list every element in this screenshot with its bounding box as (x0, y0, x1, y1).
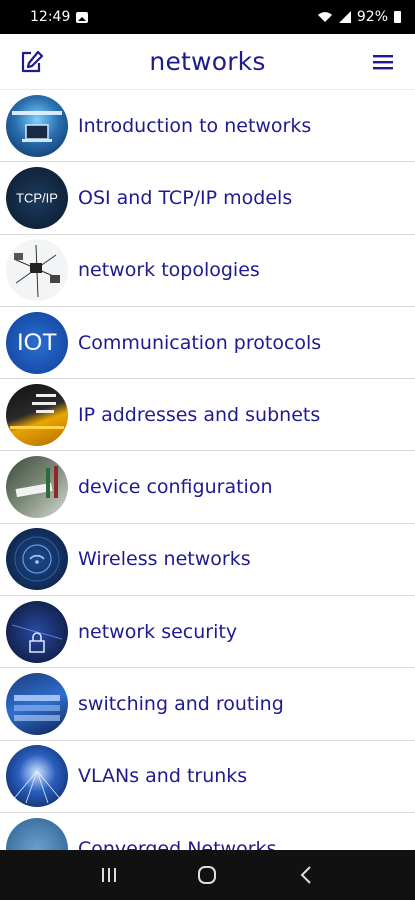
laptop-network-icon (6, 94, 68, 157)
cable-icon (6, 456, 68, 519)
battery-percent: 92% (356, 9, 388, 25)
list-item-label: VLANs and trunks (78, 765, 248, 788)
list-item-label: network security (78, 620, 238, 643)
list-item[interactable]: Introduction to networks (0, 90, 415, 163)
ip-address-icon (6, 383, 68, 446)
list-item-label: Communication protocols (78, 331, 322, 354)
back-icon (300, 866, 311, 884)
status-right: 92% (317, 9, 401, 25)
iot-icon: IOT (6, 311, 68, 374)
recent-apps-button[interactable] (89, 855, 129, 895)
hamburger-menu-icon (373, 54, 393, 69)
list-item-label: IP addresses and subnets (78, 403, 321, 426)
menu-button[interactable] (369, 48, 397, 76)
list-item[interactable]: device configuration (0, 451, 415, 524)
topic-list[interactable]: Introduction to networks TCP/IP OSI and … (0, 90, 415, 850)
list-item-label: network topologies (78, 259, 260, 282)
signal-icon (338, 11, 351, 23)
list-item[interactable]: network topologies (0, 234, 415, 307)
home-icon (198, 866, 217, 884)
switch-icon (6, 673, 68, 736)
list-item[interactable]: switching and routing (0, 668, 415, 741)
back-button[interactable] (286, 855, 326, 895)
edit-icon (21, 50, 44, 72)
topology-icon (6, 239, 68, 302)
list-item-label: Introduction to networks (78, 114, 312, 137)
list-item[interactable]: IOT Communication protocols (0, 306, 415, 380)
list-item-label: OSI and TCP/IP models (78, 186, 293, 209)
status-time: 12:49 (30, 9, 71, 25)
list-item-label: Converged Networks (78, 837, 277, 850)
edit-button[interactable] (18, 48, 46, 76)
gallery-icon (76, 11, 89, 23)
battery-icon (394, 11, 401, 23)
converged-icon (6, 817, 68, 850)
thumb-text: TCP/IP (16, 190, 58, 206)
page-title: networks (149, 47, 266, 76)
home-button[interactable] (187, 855, 227, 895)
list-item[interactable]: Converged Networks (0, 812, 415, 850)
list-item[interactable]: IP addresses and subnets (0, 379, 415, 452)
status-bar: 12:49 92% (0, 0, 415, 34)
thumb-text: IOT (17, 328, 57, 356)
list-item-label: switching and routing (78, 693, 284, 716)
list-item-label: device configuration (78, 476, 273, 499)
list-item[interactable]: network security (0, 596, 415, 669)
list-item[interactable]: Wireless networks (0, 523, 415, 597)
list-item-label: Wireless networks (78, 548, 251, 571)
tcp-ip-icon: TCP/IP (6, 166, 68, 229)
wifi-icon (6, 528, 68, 591)
system-nav-bar (0, 850, 415, 900)
lock-icon (6, 600, 68, 663)
recent-apps-icon (102, 868, 117, 882)
status-left: 12:49 (30, 9, 89, 25)
server-icon (6, 745, 68, 808)
app-bar: networks (0, 34, 415, 90)
list-item[interactable]: TCP/IP OSI and TCP/IP models (0, 162, 415, 235)
wifi-icon (317, 12, 332, 22)
list-item[interactable]: VLANs and trunks (0, 740, 415, 813)
